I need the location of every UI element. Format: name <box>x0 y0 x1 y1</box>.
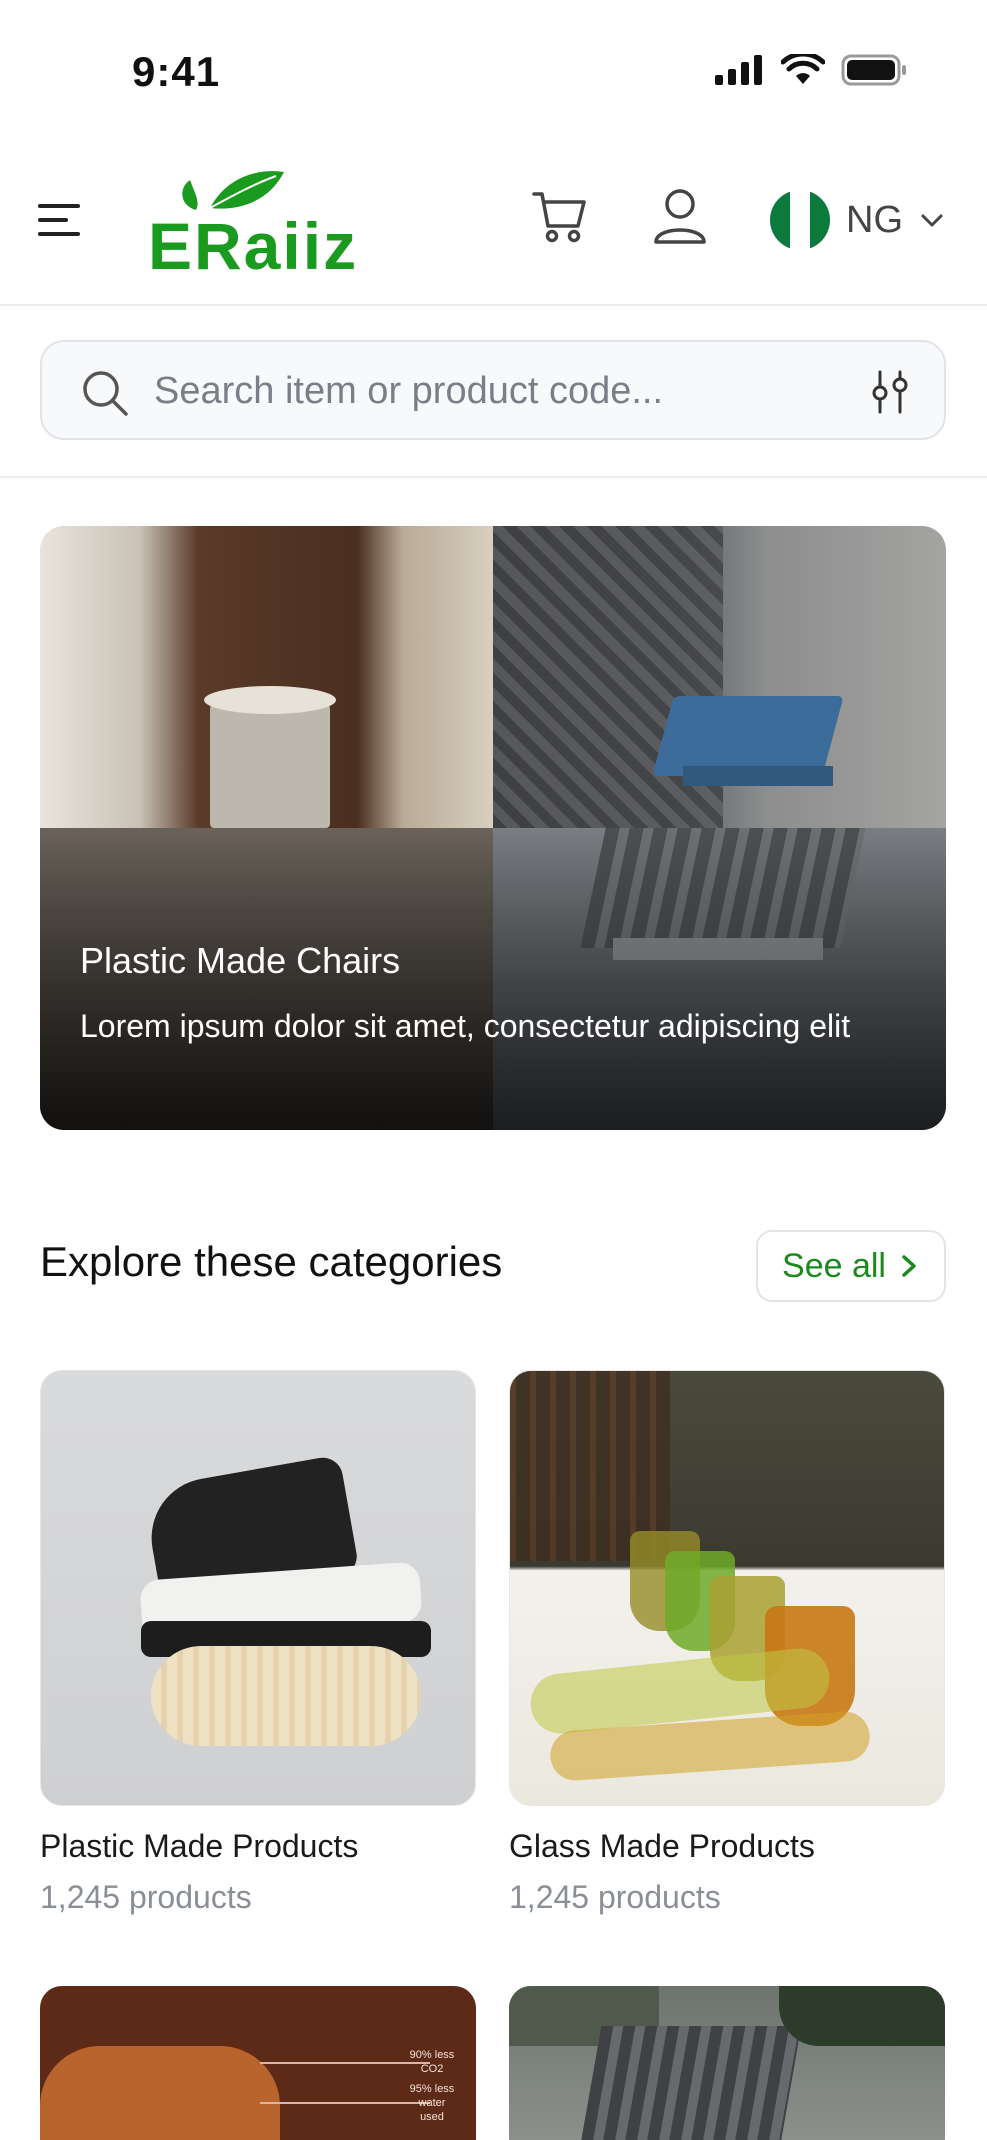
category-image-chair <box>576 2026 802 2140</box>
search-section <box>0 306 987 478</box>
menu-button[interactable] <box>36 196 84 244</box>
app-header: ERaiiz NG <box>0 150 987 306</box>
wifi-icon <box>781 54 825 84</box>
hero-description: Lorem ipsum dolor sit amet, consectetur … <box>80 1008 851 1044</box>
user-icon[interactable] <box>650 186 710 246</box>
country-code: NG <box>846 198 903 241</box>
category-card-glass[interactable]: Glass Made Products 1,245 products <box>509 1370 945 1916</box>
search-input[interactable] <box>154 364 794 418</box>
card-annotation: 90% less CO2 95% less water used <box>409 2049 455 2123</box>
menu-icon <box>38 204 80 236</box>
category-image-bag <box>40 2046 280 2140</box>
hero-banner[interactable]: Plastic Made Chairs Lorem ipsum dolor si… <box>40 526 946 1130</box>
filter-icon[interactable] <box>868 370 912 414</box>
country-selector[interactable]: NG <box>770 190 945 250</box>
signal-icon <box>715 55 762 85</box>
cart-icon[interactable] <box>530 186 590 246</box>
category-card-leather[interactable]: 90% less CO2 95% less water used <box>40 1986 476 2140</box>
category-card-wood[interactable] <box>509 1986 945 2140</box>
category-card-plastic[interactable]: Plastic Made Products 1,245 products <box>40 1370 476 1916</box>
category-image-sneakers <box>40 1370 476 1806</box>
chevron-down-icon <box>921 214 943 227</box>
see-all-button[interactable]: See all <box>756 1230 946 1302</box>
logo[interactable]: ERaiiz <box>148 166 368 283</box>
logo-text: ERaiiz <box>148 209 359 283</box>
search-icon <box>83 371 128 416</box>
category-count: 1,245 products <box>509 1879 721 1915</box>
chevron-right-icon <box>902 1255 916 1277</box>
category-name: Glass Made Products <box>509 1828 815 1864</box>
category-count: 1,245 products <box>40 1879 252 1915</box>
categories-heading: Explore these categories <box>40 1238 503 1285</box>
status-time: 9:41 <box>132 48 221 95</box>
hero-title: Plastic Made Chairs <box>80 940 401 981</box>
status-bar: 9:41 <box>0 0 987 140</box>
battery-icon <box>841 54 906 86</box>
status-icons <box>715 54 907 86</box>
category-image-plant <box>779 1986 945 2046</box>
nigeria-flag-icon <box>770 190 830 250</box>
search-bar[interactable] <box>40 340 946 440</box>
category-image-glasses <box>509 1370 945 1806</box>
category-name: Plastic Made Products <box>40 1828 359 1864</box>
see-all-label: See all <box>782 1246 886 1285</box>
